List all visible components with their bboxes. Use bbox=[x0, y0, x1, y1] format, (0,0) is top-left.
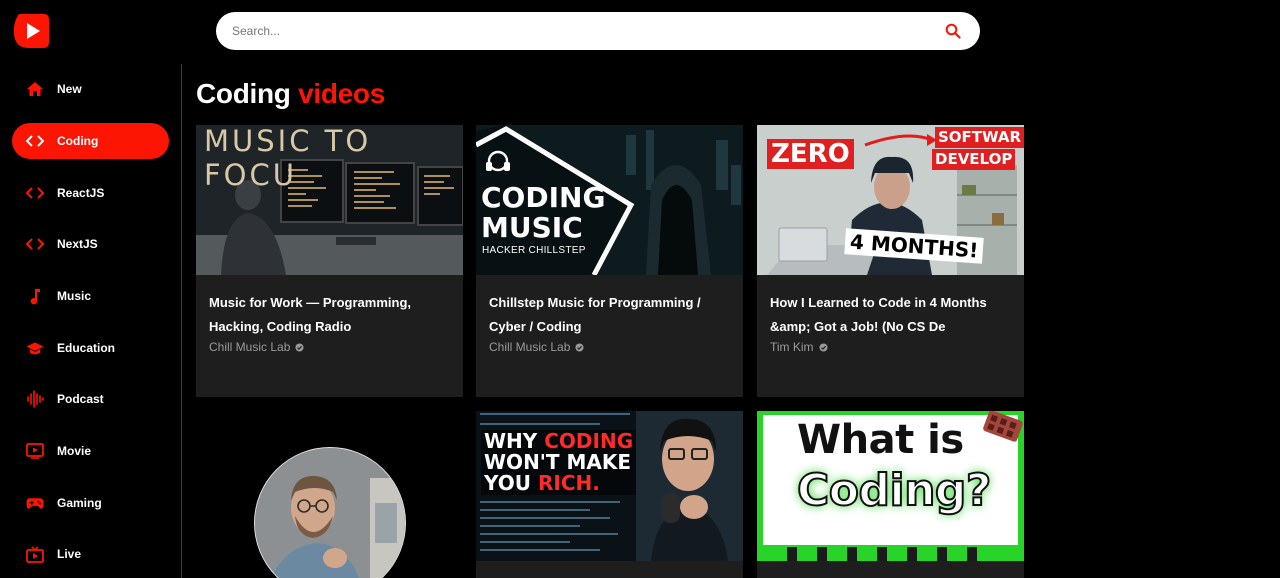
video-card[interactable]: ZERO SOFTWAR DEVELOP 4 MONTHS! How I Lea… bbox=[757, 125, 1024, 397]
video-title-line: Music for Work — Programming, bbox=[209, 295, 412, 310]
sidebar-item-new[interactable]: New bbox=[12, 71, 169, 107]
video-card[interactable]: WHY CODING WON'T MAKE YOU RICH. bbox=[476, 411, 743, 578]
live-tv-icon bbox=[26, 545, 44, 563]
video-thumbnail[interactable]: CODING MUSIC HACKER CHILLSTEP bbox=[476, 125, 743, 275]
sidebar-item-label: Gaming bbox=[57, 496, 102, 510]
thumbnail-text: Coding? bbox=[796, 464, 992, 517]
sidebar-item-label: Education bbox=[57, 341, 116, 355]
podcast-icon bbox=[26, 390, 44, 408]
sidebar-item-education[interactable]: Education bbox=[12, 330, 169, 366]
video-title[interactable]: Music for Work — Programming, Hacking, C… bbox=[209, 291, 450, 339]
video-title-line: Chillstep Music for Programming / bbox=[489, 295, 701, 310]
movie-icon bbox=[26, 442, 44, 460]
thumbnail-text: MUSIC TO FOCU bbox=[204, 125, 372, 192]
video-thumbnail[interactable]: WHY CODING WON'T MAKE YOU RICH. bbox=[476, 411, 743, 561]
video-card[interactable]: MUSIC TO FOCU Music for Work — Programmi… bbox=[196, 125, 463, 397]
video-thumbnail[interactable]: What is Coding? bbox=[757, 411, 1024, 561]
verified-check-icon bbox=[295, 342, 304, 352]
app-logo[interactable] bbox=[13, 12, 50, 50]
sidebar-item-podcast[interactable]: Podcast bbox=[12, 381, 169, 417]
channel-name-text: Tim Kim bbox=[770, 340, 814, 354]
video-title[interactable]: Chillstep Music for Programming / Cyber … bbox=[489, 291, 730, 339]
thumbnail-text: WON'T MAKE bbox=[484, 450, 632, 474]
sidebar-item-gaming[interactable]: Gaming bbox=[12, 485, 169, 521]
channel-name[interactable]: Chill Music Lab bbox=[489, 340, 730, 354]
sidebar: New Coding ReactJS NextJS Music Educatio… bbox=[0, 64, 182, 578]
sidebar-item-coding[interactable]: Coding bbox=[12, 123, 169, 159]
thumbnail-text: MUSIC bbox=[481, 211, 583, 244]
sidebar-item-label: Music bbox=[57, 289, 92, 303]
video-title-line: How I Learned to Code in 4 Months bbox=[770, 295, 987, 310]
verified-check-icon bbox=[818, 342, 828, 352]
code-icon bbox=[26, 132, 44, 150]
sidebar-item-label: New bbox=[57, 82, 82, 96]
avatar-image bbox=[254, 448, 405, 578]
thumbnail-text: DEVELOP bbox=[932, 149, 1016, 170]
sidebar-item-label: ReactJS bbox=[57, 186, 105, 200]
video-card[interactable]: CODING MUSIC HACKER CHILLSTEP Chillstep … bbox=[476, 125, 743, 397]
sidebar-item-label: Live bbox=[57, 547, 82, 561]
page-title-prefix: Coding bbox=[196, 78, 291, 109]
sidebar-item-label: Podcast bbox=[57, 392, 104, 406]
channel-name-text: Chill Music Lab bbox=[489, 340, 571, 354]
sidebar-item-music[interactable]: Music bbox=[12, 278, 169, 314]
sidebar-item-label: Movie bbox=[57, 444, 92, 458]
sidebar-item-reactjs[interactable]: ReactJS bbox=[12, 175, 169, 211]
music-note-icon bbox=[26, 287, 44, 305]
video-card[interactable]: What is Coding? bbox=[757, 411, 1024, 578]
video-title-line: Hacking, Coding Radio bbox=[209, 319, 352, 334]
thumbnail-text: CODING bbox=[481, 181, 606, 214]
verified-check-icon bbox=[575, 342, 584, 352]
gamepad-icon bbox=[26, 494, 44, 512]
video-title[interactable]: How I Learned to Code in 4 Months &amp; … bbox=[770, 291, 1011, 339]
sidebar-item-label: Coding bbox=[57, 134, 99, 148]
search-bar bbox=[216, 12, 980, 50]
code-icon bbox=[26, 184, 44, 202]
video-title-line: &amp; Got a Job! (No CS De bbox=[770, 319, 946, 334]
search-button[interactable] bbox=[942, 20, 964, 42]
graduation-cap-icon bbox=[26, 339, 44, 357]
page-title-accent: videos bbox=[298, 78, 386, 109]
video-thumbnail[interactable]: ZERO SOFTWAR DEVELOP 4 MONTHS! bbox=[757, 125, 1024, 275]
page-title: Coding videos bbox=[196, 78, 385, 110]
thumbnail-text: What is bbox=[797, 417, 964, 463]
thumbnail-text: YOU bbox=[484, 471, 532, 495]
thumbnail-text: SOFTWAR bbox=[935, 127, 1024, 148]
sidebar-item-movie[interactable]: Movie bbox=[12, 433, 169, 469]
video-thumbnail[interactable]: MUSIC TO FOCU bbox=[196, 125, 463, 275]
channel-name[interactable]: Chill Music Lab bbox=[209, 340, 450, 354]
thumbnail-text: RICH. bbox=[537, 471, 600, 495]
code-icon bbox=[26, 235, 44, 253]
search-input[interactable] bbox=[232, 24, 942, 38]
channel-name-text: Chill Music Lab bbox=[209, 340, 291, 354]
home-icon bbox=[26, 80, 44, 98]
sidebar-item-live[interactable]: Live bbox=[12, 536, 169, 572]
search-icon bbox=[945, 23, 961, 39]
sidebar-item-nextjs[interactable]: NextJS bbox=[12, 226, 169, 262]
thumbnail-text: HACKER CHILLSTEP bbox=[482, 245, 586, 256]
avatar[interactable] bbox=[253, 447, 406, 578]
logo-icon bbox=[13, 14, 49, 48]
channel-card[interactable] bbox=[196, 411, 463, 578]
video-title-line: Cyber / Coding bbox=[489, 319, 582, 334]
channel-name[interactable]: Tim Kim bbox=[770, 340, 1011, 354]
thumbnail-text: ZERO bbox=[767, 139, 854, 169]
sidebar-item-label: NextJS bbox=[57, 237, 98, 251]
